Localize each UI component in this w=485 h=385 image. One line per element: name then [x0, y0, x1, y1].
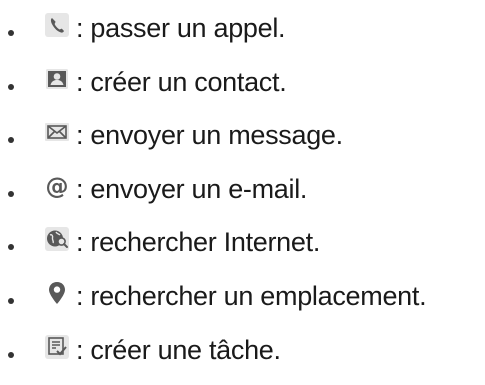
task-icon	[44, 334, 70, 360]
item-label: : rechercher un emplacement.	[76, 280, 427, 311]
phone-icon	[44, 12, 70, 38]
bullet	[8, 244, 14, 251]
item-label: : envoyer un e-mail.	[76, 173, 308, 204]
item-label: : créer un contact.	[76, 66, 287, 97]
bullet	[8, 190, 14, 197]
web-search-icon	[44, 226, 70, 252]
bullet	[8, 351, 14, 358]
svg-text:@: @	[46, 174, 69, 199]
contact-card-icon	[44, 66, 70, 92]
list-item-email: @ : envoyer un e-mail.	[0, 165, 485, 219]
list-item-message: : envoyer un message.	[0, 111, 485, 165]
item-label: : créer une tâche.	[76, 334, 281, 365]
list-item-web-search: : rechercher Internet.	[0, 218, 485, 272]
envelope-icon	[44, 119, 70, 145]
list-item-call: : passer un appel.	[0, 4, 485, 58]
list-item-location: : rechercher un emplacement.	[0, 272, 485, 326]
item-label: : rechercher Internet.	[76, 227, 321, 258]
bullet	[8, 137, 14, 144]
list-item-contact: : créer un contact.	[0, 58, 485, 112]
item-label: : envoyer un message.	[76, 120, 343, 151]
location-pin-icon	[44, 280, 70, 306]
bullet	[8, 83, 14, 90]
at-sign-icon: @	[44, 173, 70, 199]
list-item-task: : créer une tâche.	[0, 326, 485, 380]
action-list: : passer un appel. : créer un contact. :…	[0, 4, 485, 379]
item-label: : passer un appel.	[76, 13, 286, 43]
bullet	[8, 297, 14, 304]
bullet	[8, 30, 14, 36]
